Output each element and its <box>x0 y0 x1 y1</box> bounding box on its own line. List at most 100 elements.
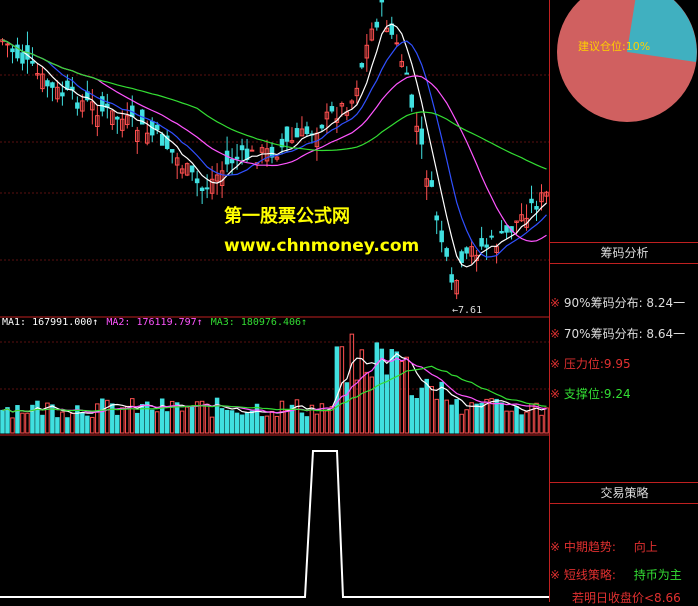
volume-bar <box>65 417 70 434</box>
candle-body <box>30 61 35 64</box>
side-panel: 建议仓位:10% 筹码分析 ※ 90%筹码分布: 8.24一 ※ 70%筹码分布… <box>549 0 698 605</box>
volume-bar <box>469 402 474 434</box>
chart-area[interactable]: 第一股票公式网 www.chnmoney.com ←7.61 MA1: 1679… <box>0 0 549 602</box>
volume-bar <box>15 405 20 434</box>
support-row: ※ 支撑位:9.24 <box>550 385 698 402</box>
volume-bar <box>120 407 125 434</box>
volume-bar <box>204 403 210 434</box>
watermark-title: 第一股票公式网 <box>224 206 350 227</box>
support-text: 支撑位:9.24 <box>563 387 631 401</box>
star-icon: ※ <box>550 540 561 554</box>
volume-bar <box>379 348 385 434</box>
candle-body <box>374 21 380 28</box>
volume-bar <box>269 410 275 434</box>
volume-bar <box>294 399 300 434</box>
volume-bar <box>189 406 195 434</box>
candle-body <box>154 124 160 131</box>
volume-bar <box>339 346 345 434</box>
chip-row-70: ※ 70%筹码分布: 8.64一 <box>550 325 698 342</box>
candle-body <box>434 215 439 221</box>
volume-bar <box>474 403 479 434</box>
volume-bar <box>70 412 75 434</box>
candle-body <box>189 165 195 173</box>
volume-bar <box>135 412 140 434</box>
volume-bar <box>144 401 150 434</box>
position-pie-chart <box>557 0 697 122</box>
candle-body <box>239 145 245 151</box>
volume-bar <box>60 411 65 434</box>
volume-bar <box>454 399 459 434</box>
short-strategy-row: ※ 短线策略: 持币为主 <box>550 566 698 583</box>
candle-body <box>329 106 335 112</box>
ma3-label: MA3: 180976.406↑ <box>210 317 308 328</box>
volume-bar <box>429 386 434 434</box>
volume-bar <box>409 395 414 434</box>
volume-bar <box>279 400 285 434</box>
volume-bar <box>439 381 444 434</box>
candle-body <box>169 149 175 153</box>
volume-bar <box>234 412 240 434</box>
candle-body <box>10 48 15 53</box>
strategy-footer: 若明日收盘价<8.66 <box>572 591 681 605</box>
candle-body <box>394 42 400 45</box>
volume-bar <box>259 416 265 434</box>
volume-bar <box>344 382 350 434</box>
candle-body <box>229 158 235 164</box>
volume-bar <box>224 409 230 434</box>
candle-body <box>20 52 25 64</box>
volume-bar <box>90 416 95 434</box>
candle-body <box>284 126 290 142</box>
ma-legend: MA1: 167991.000↑ MA2: 176119.797↑ MA3: 1… <box>2 317 309 328</box>
volume-bar <box>314 413 320 434</box>
volume-bar <box>25 412 30 434</box>
volume-bar <box>449 404 454 434</box>
volume-bar <box>404 356 410 434</box>
chip-row-text: 70%筹码分布: 8.64一 <box>563 327 686 341</box>
volume-bar <box>10 417 15 434</box>
candle-body <box>294 128 300 138</box>
candle-body <box>504 225 509 233</box>
candle-body <box>489 235 494 238</box>
candle-body <box>199 187 205 192</box>
volume-bar <box>399 360 405 434</box>
candle-body <box>5 43 10 46</box>
volume-bar <box>209 416 215 434</box>
candle-body <box>194 178 200 184</box>
volume-bar <box>539 414 544 434</box>
position-suggestion-label: 建议仓位:10% <box>578 40 651 53</box>
candle-body <box>464 247 469 254</box>
chip-analysis-header[interactable]: 筹码分析 <box>550 242 698 264</box>
pressure-text: 压力位:9.95 <box>563 357 631 371</box>
price-ma-short <box>2 23 547 268</box>
volume-bar <box>284 409 290 434</box>
volume-bar <box>115 414 120 434</box>
watermark-url: www.chnmoney.com <box>224 236 420 256</box>
volume-bar <box>389 349 395 434</box>
candle-body <box>419 128 424 145</box>
volume-bar <box>239 414 245 434</box>
volume-bar <box>434 398 439 434</box>
candle-body <box>204 187 210 190</box>
star-icon: ※ <box>550 387 561 401</box>
candle-body <box>379 0 385 3</box>
volume-bar <box>499 402 504 434</box>
volume-bar <box>304 416 310 434</box>
candle-body <box>404 72 410 75</box>
volume-bar <box>369 376 375 434</box>
candle-body <box>45 80 50 87</box>
short-strategy-value: 持币为主 <box>633 568 682 582</box>
candle-body <box>479 238 484 247</box>
star-icon: ※ <box>550 568 561 582</box>
chart-canvas[interactable] <box>0 0 549 602</box>
pressure-row: ※ 压力位:9.95 <box>550 355 698 372</box>
volume-bar <box>364 371 370 434</box>
trade-strategy-header[interactable]: 交易策略 <box>550 482 698 504</box>
candle-body <box>304 126 310 135</box>
volume-bar <box>529 403 534 434</box>
volume-bar <box>159 398 165 434</box>
volume-bar <box>5 407 10 434</box>
volume-bar <box>95 403 100 434</box>
volume-bar <box>324 410 330 434</box>
volume-bar <box>35 400 40 434</box>
candle-body <box>389 23 395 35</box>
